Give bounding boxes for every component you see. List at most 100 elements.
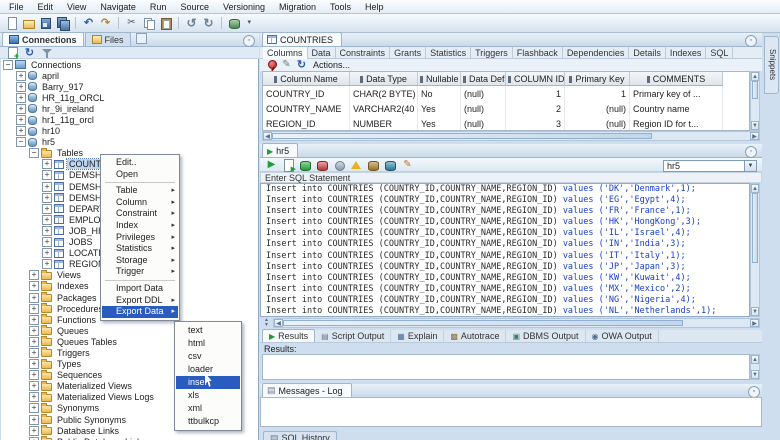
new-file-icon[interactable] [4,16,19,30]
subtab-flashback[interactable]: Flashback [513,47,563,59]
expand-icon[interactable]: + [16,126,26,136]
context-menu-item-storage[interactable]: Storage▸ [102,255,178,267]
tree-item[interactable]: +hr10 [1,126,258,137]
explain-plan-icon[interactable] [349,158,364,172]
context-menu-item-open[interactable]: Open [102,169,178,181]
menu-item-tools[interactable]: Tools [323,2,358,12]
pin-icon[interactable] [265,59,278,71]
submenu-item-loader[interactable]: loader [176,363,240,376]
expand-icon[interactable]: + [29,392,39,402]
expand-icon[interactable]: + [29,403,39,413]
context-menu-item-statistics[interactable]: Statistics▸ [102,243,178,255]
scroll-down-icon[interactable]: ▼ [751,121,759,130]
context-menu-item-trigger[interactable]: Trigger▸ [102,266,178,278]
expand-icon[interactable]: + [42,237,52,247]
column-header-primary-key[interactable]: Primary Key [565,72,630,86]
expand-icon[interactable]: + [42,226,52,236]
expand-icon[interactable]: + [29,426,39,436]
submenu-item-xls[interactable]: xls [176,389,240,402]
submenu-item-html[interactable]: html [176,337,240,350]
menu-item-source[interactable]: Source [173,2,216,12]
column-header-nullable[interactable]: Nullable [418,72,461,86]
expand-icon[interactable]: + [42,182,52,192]
tab-script-output[interactable]: Script Output [315,330,391,342]
subtab-statistics[interactable]: Statistics [426,47,471,59]
expand-icon[interactable]: + [42,248,52,258]
grid-vertical-scrollbar[interactable]: ▲ ▼ [750,71,760,131]
rollback-icon[interactable] [315,158,330,172]
scroll-left-icon[interactable]: ◀ [274,319,283,327]
subtab-triggers[interactable]: Triggers [471,47,513,59]
menu-item-run[interactable]: Run [143,2,174,12]
clear-icon[interactable] [400,158,415,172]
expand-icon[interactable]: + [29,326,39,336]
expand-icon[interactable]: + [29,337,39,347]
expand-icon[interactable]: + [29,281,39,291]
edit-icon[interactable] [280,59,293,71]
subtab-columns[interactable]: Columns [263,47,308,59]
editor-horizontal-scrollbar[interactable]: ◀ ▶ [273,318,760,328]
scroll-left-icon[interactable]: ◀ [263,132,272,140]
tree-item[interactable]: −hr5 [1,137,258,148]
commit-icon[interactable] [298,158,313,172]
scroll-up-icon[interactable]: ▲ [751,184,759,193]
tree-item[interactable]: +Public Database Links [1,436,258,440]
tree-item[interactable]: +hr1_11g_orcl [1,114,258,125]
redo-icon[interactable] [98,16,113,30]
tree-item[interactable]: −Connections [1,59,258,70]
menu-item-navigate[interactable]: Navigate [93,2,143,12]
menu-item-edit[interactable]: Edit [31,2,61,12]
connection-dropdown[interactable]: hr5 ▼ [663,160,757,172]
menu-item-file[interactable]: File [2,2,31,12]
results-scrollbar[interactable]: ▲ ▼ [750,354,760,380]
context-menu-item-index[interactable]: Index▸ [102,220,178,232]
collapse-icon[interactable]: − [16,137,26,147]
expand-icon[interactable]: + [29,315,39,325]
connections-drop-icon[interactable] [227,16,251,30]
autotrace-icon[interactable] [366,158,381,172]
tab-group-icon[interactable] [136,33,147,44]
menu-item-migration[interactable]: Migration [272,2,323,12]
tree-item[interactable]: +Barry_917 [1,81,258,92]
context-menu-item-table[interactable]: Table▸ [102,185,178,197]
scroll-down-icon[interactable]: ▼ [751,370,759,379]
expand-icon[interactable]: + [16,71,26,81]
splitter-toggle-icon[interactable]: ▲▼ [261,318,272,328]
context-menu-item-export-ddl[interactable]: Export DDL▸ [102,295,178,307]
column-header-column-name[interactable]: Column Name [263,72,350,86]
sql-editor[interactable]: Insert into COUNTRIES (COUNTRY_ID,COUNTR… [260,183,750,317]
paste-icon[interactable] [158,16,173,30]
run-script-icon[interactable] [281,158,296,172]
new-connection-icon[interactable] [5,47,20,59]
tab-files[interactable]: Files [85,32,131,46]
expand-icon[interactable]: + [42,215,52,225]
subtab-constraints[interactable]: Constraints [336,47,391,59]
tree-item[interactable]: +hr_9i_ireland [1,103,258,114]
dock-menu-icon[interactable]: ◦ [243,35,255,47]
tab-explain[interactable]: Explain [391,330,444,342]
cut-icon[interactable] [124,16,139,30]
menu-item-view[interactable]: View [60,2,93,12]
save-icon[interactable] [38,16,53,30]
subtab-sql[interactable]: SQL [706,47,733,59]
context-menu-item-export-data[interactable]: Export Data▸ [102,306,178,318]
expand-icon[interactable]: + [42,170,52,180]
context-menu-item-constraint[interactable]: Constraint▸ [102,208,178,220]
column-header-data-default[interactable]: Data Default [461,72,506,86]
forward-icon[interactable] [201,16,216,30]
scroll-down-icon[interactable]: ▼ [751,307,759,316]
scroll-right-icon[interactable]: ▶ [750,132,759,140]
table-row[interactable]: COUNTRY_IDCHAR(2 BYTE)No(null)11Primary … [263,86,723,102]
tree-item[interactable]: +april [1,70,258,81]
tab-snippets[interactable]: Snippets [764,36,779,94]
dbms-output-icon[interactable] [383,158,398,172]
table-row[interactable]: COUNTRY_NAMEVARCHAR2(40 ...Yes(null)2(nu… [263,101,723,116]
submenu-item-text[interactable]: text [176,324,240,337]
tab-owa-output[interactable]: OWA Output [586,330,659,342]
context-menu-item-column[interactable]: Column▸ [102,197,178,209]
column-header-column-id[interactable]: COLUMN ID [506,72,565,86]
menu-item-versioning[interactable]: Versioning [216,2,272,12]
run-icon[interactable] [264,158,279,172]
expand-icon[interactable]: + [29,381,39,391]
expand-icon[interactable]: + [29,293,39,303]
